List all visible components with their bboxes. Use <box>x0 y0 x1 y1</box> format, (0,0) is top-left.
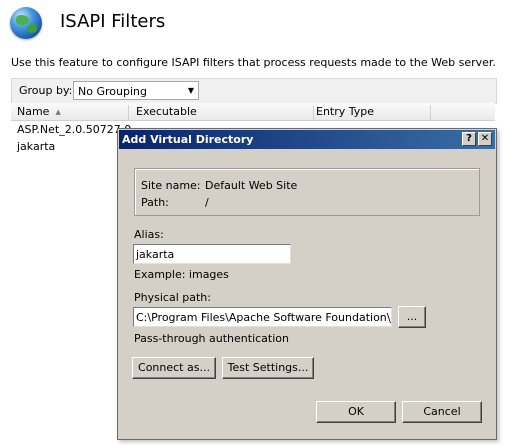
path-value: / <box>205 196 209 209</box>
group-by-select[interactable]: No Grouping ▼ <box>73 81 199 100</box>
help-button[interactable]: ? <box>462 132 476 146</box>
close-button[interactable]: ✕ <box>478 132 492 146</box>
feature-description: Use this feature to configure ISAPI filt… <box>11 56 496 69</box>
path-label: Path: <box>141 196 169 209</box>
physical-path-input[interactable]: C:\Program Files\Apache Software Foundat… <box>133 307 392 327</box>
add-virtual-directory-dialog: Add Virtual Directory ? ✕ Site name: Defa… <box>117 128 497 440</box>
table-row[interactable]: ASP.Net_2.0.50727.0 <box>17 123 131 136</box>
dropdown-arrow-icon[interactable]: ▼ <box>184 82 198 99</box>
sort-ascending-icon: ▲ <box>55 108 61 116</box>
browse-button[interactable]: ... <box>398 306 426 328</box>
group-by-value: No Grouping <box>78 85 147 98</box>
alias-label: Alias: <box>134 228 164 241</box>
filter-name: ASP.Net_2.0.50727.0 <box>17 123 132 136</box>
cancel-button[interactable]: Cancel <box>402 401 482 423</box>
alias-example: Example: images <box>134 268 229 281</box>
site-name-label: Site name: <box>141 179 201 192</box>
page-title: ISAPI Filters <box>60 11 166 32</box>
column-header-entry-type[interactable]: Entry Type <box>316 105 431 120</box>
test-settings-button[interactable]: Test Settings... <box>222 357 314 379</box>
site-name-row: Site name: Default Web Site <box>141 179 297 192</box>
column-header-executable[interactable]: Executable <box>136 105 314 120</box>
connect-as-button[interactable]: Connect as... <box>132 357 216 379</box>
globe-icon <box>10 7 42 39</box>
dialog-title: Add Virtual Directory <box>122 133 254 146</box>
table-row[interactable]: jakarta <box>17 140 55 153</box>
table-header: Name ▲ Executable Entry Type <box>11 103 495 121</box>
site-info-box: Site name: Default Web Site Path: / <box>134 168 480 216</box>
group-by-toolbar: Group by: No Grouping ▼ <box>11 78 497 104</box>
filter-name: jakarta <box>17 140 56 153</box>
passthrough-auth-label: Pass-through authentication <box>134 332 289 345</box>
column-header-name[interactable]: Name ▲ <box>17 105 129 120</box>
path-row: Path: / <box>141 196 209 209</box>
physical-path-label: Physical path: <box>134 291 211 304</box>
dialog-titlebar[interactable]: Add Virtual Directory ? ✕ <box>119 130 495 149</box>
ok-button[interactable]: OK <box>316 401 396 423</box>
group-by-label: Group by: <box>19 84 73 97</box>
site-name-value: Default Web Site <box>205 179 298 192</box>
alias-input[interactable]: jakarta <box>133 244 291 264</box>
